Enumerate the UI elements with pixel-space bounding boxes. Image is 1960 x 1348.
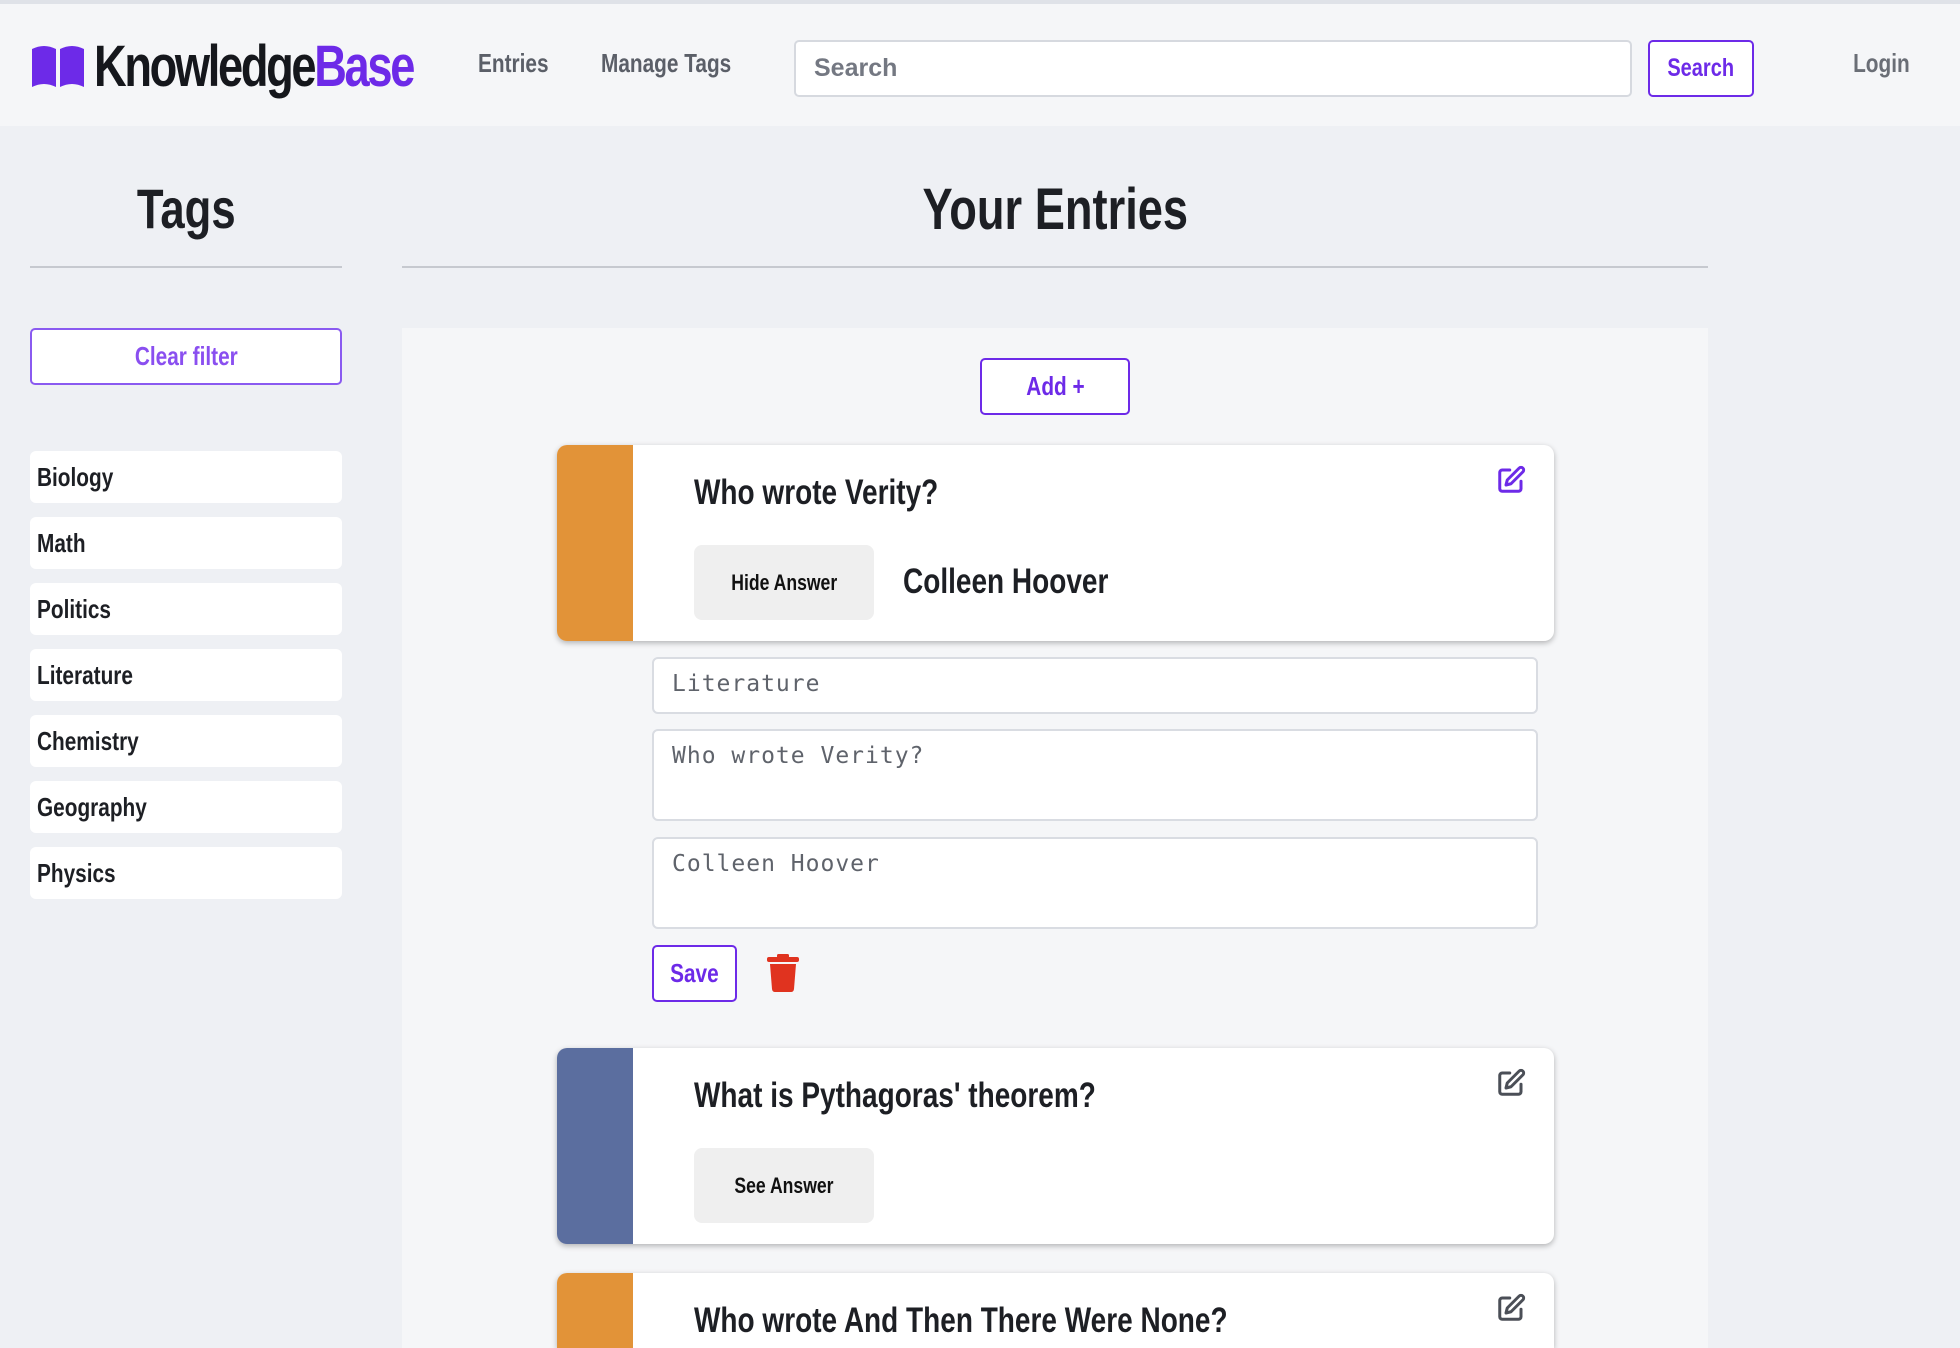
tag-list: Biology Math Politics Literature Chemist…: [30, 451, 342, 913]
entry-card: Who wrote Verity? Hide Answer Colleen Ho…: [557, 445, 1554, 641]
tag-color-stripe: [557, 1048, 633, 1244]
tag-item-biology[interactable]: Biology: [30, 451, 342, 503]
login-link[interactable]: Login: [1846, 48, 1917, 79]
search-button[interactable]: Search: [1648, 40, 1754, 97]
tag-color-stripe: [557, 445, 633, 641]
tag-item-math[interactable]: Math: [30, 517, 342, 569]
nav-entries[interactable]: Entries: [478, 48, 549, 79]
entry-question: Who wrote And Then There Were None?: [694, 1301, 1228, 1340]
book-icon: [32, 46, 84, 87]
edit-icon[interactable]: [1496, 465, 1526, 495]
tag-item-geography[interactable]: Geography: [30, 781, 342, 833]
header: KnowledgeBase Entries Manage Tags Search…: [0, 4, 1960, 126]
divider: [30, 266, 342, 268]
entry-answer: Colleen Hoover: [903, 562, 1109, 601]
trash-icon[interactable]: [766, 954, 800, 992]
hide-answer-button[interactable]: Hide Answer: [694, 545, 874, 620]
tags-heading: Tags: [136, 177, 236, 240]
edit-icon[interactable]: [1496, 1068, 1526, 1098]
entry-question: What is Pythagoras' theorem?: [694, 1076, 1096, 1115]
clear-filter-button[interactable]: Clear filter: [30, 328, 342, 385]
question-field[interactable]: Who wrote Verity?: [652, 729, 1538, 821]
tag-item-chemistry[interactable]: Chemistry: [30, 715, 342, 767]
search-input[interactable]: [794, 40, 1632, 97]
divider: [402, 266, 1708, 268]
tag-item-physics[interactable]: Physics: [30, 847, 342, 899]
tag-color-stripe: [557, 1273, 633, 1348]
logo[interactable]: KnowledgeBase: [30, 33, 503, 99]
entry-question: Who wrote Verity?: [694, 473, 939, 512]
answer-field[interactable]: Colleen Hoover: [652, 837, 1538, 929]
tag-item-literature[interactable]: Literature: [30, 649, 342, 701]
see-answer-button[interactable]: See Answer: [694, 1148, 874, 1223]
page-title: Your Entries: [922, 177, 1188, 242]
entry-card: Who wrote And Then There Were None?: [557, 1273, 1554, 1348]
entry-card: What is Pythagoras' theorem? See Answer: [557, 1048, 1554, 1244]
tag-field[interactable]: Literature: [652, 657, 1538, 714]
add-entry-button[interactable]: Add +: [980, 358, 1130, 415]
nav-manage-tags[interactable]: Manage Tags: [601, 48, 731, 79]
save-button[interactable]: Save: [652, 945, 737, 1002]
tag-item-politics[interactable]: Politics: [30, 583, 342, 635]
logo-text: KnowledgeBase: [94, 33, 415, 99]
edit-icon[interactable]: [1496, 1293, 1526, 1323]
